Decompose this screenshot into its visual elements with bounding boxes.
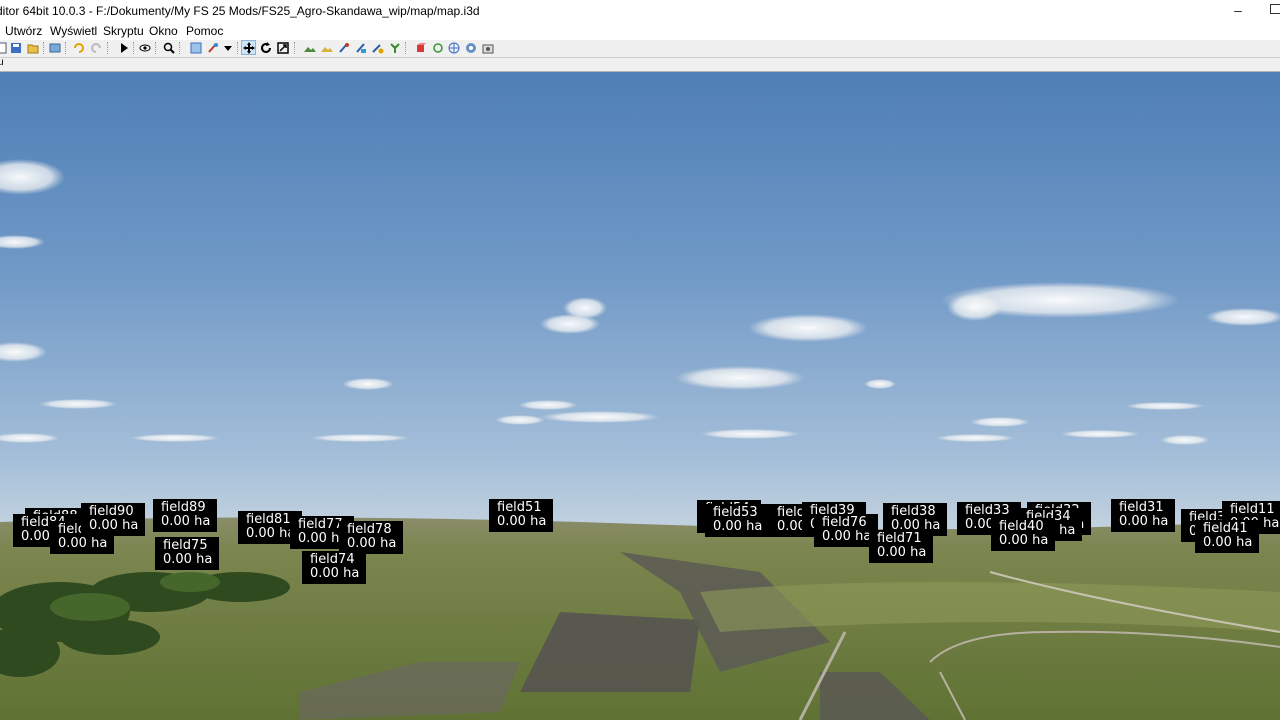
field-area: 0.00 ha bbox=[89, 518, 139, 533]
field-area: 0.00 ha bbox=[1203, 535, 1253, 550]
field-name: field53 bbox=[713, 505, 758, 520]
menu-bar: Utwórz Wyświetl Skryptu Okno Pomoc bbox=[0, 22, 1280, 40]
menu-utworz[interactable]: Utwórz bbox=[5, 24, 42, 38]
minimize-button[interactable]: – bbox=[1226, 1, 1250, 21]
field-area: 0.00 ha bbox=[877, 545, 927, 560]
field-name: field31 bbox=[1119, 500, 1164, 515]
menu-skryptu[interactable]: Skryptu bbox=[103, 24, 144, 38]
toolbar-separator bbox=[43, 42, 45, 54]
field-area: 0.00 ha bbox=[161, 514, 211, 529]
globe-icon[interactable] bbox=[447, 41, 460, 54]
field-label-field90: field90 0.00 ha bbox=[81, 503, 146, 536]
field-area: 0.00 ha bbox=[310, 566, 360, 581]
plant-icon[interactable] bbox=[388, 41, 401, 54]
field-area: 0.00 ha bbox=[347, 536, 397, 551]
toolbar-separator bbox=[107, 42, 109, 54]
toolbar bbox=[0, 40, 1280, 58]
eye-icon[interactable] bbox=[138, 41, 151, 54]
save-icon[interactable] bbox=[9, 41, 22, 54]
cube-icon[interactable] bbox=[414, 41, 427, 54]
field-label-field74: field74 0.00 ha bbox=[302, 551, 367, 584]
search-icon[interactable] bbox=[162, 41, 175, 54]
field-name: field11 bbox=[1230, 502, 1275, 517]
field-label-field75: field75 0.00 ha bbox=[155, 537, 220, 570]
toolbar-separator bbox=[65, 42, 67, 54]
paint-icon[interactable] bbox=[206, 41, 219, 54]
rotate-icon[interactable] bbox=[259, 41, 272, 54]
field-label-field31: field31 0.00 ha bbox=[1111, 499, 1176, 532]
menu-pomoc[interactable]: Pomoc bbox=[186, 24, 223, 38]
spline-icon[interactable] bbox=[371, 41, 384, 54]
toolbar-separator bbox=[294, 42, 296, 54]
select-icon[interactable] bbox=[189, 41, 202, 54]
field-label-field89: field89 0.00 ha bbox=[153, 499, 218, 532]
field-label-field78: field78 0.00 ha bbox=[339, 521, 404, 554]
field-name: field89 bbox=[161, 500, 206, 515]
toolbar-separator bbox=[179, 42, 181, 54]
menu-wyswietl[interactable]: Wyświetl bbox=[50, 24, 97, 38]
field-area: 0.00 ha bbox=[999, 533, 1049, 548]
field-name: field78 bbox=[347, 522, 392, 537]
toolbar-separator bbox=[405, 42, 407, 54]
field-label-field41: field41 0.00 ha bbox=[1195, 520, 1260, 553]
field-label-field51: field51 0.00 ha bbox=[489, 499, 554, 532]
field-area: 0.00 ha bbox=[713, 519, 763, 534]
field-area: 0.00 ha bbox=[163, 552, 213, 567]
title-bar: ditor 64bit 10.0.3 - F:/Dokumenty/My FS … bbox=[0, 0, 1280, 22]
reload-icon[interactable] bbox=[431, 41, 444, 54]
new-file-icon[interactable] bbox=[0, 41, 8, 54]
menu-okno[interactable]: Okno bbox=[149, 24, 178, 38]
foliage-paint-icon[interactable] bbox=[337, 41, 350, 54]
field-name: field71 bbox=[877, 531, 922, 546]
field-name: field81 bbox=[246, 512, 291, 527]
window-title: ditor 64bit 10.0.3 - F:/Dokumenty/My FS … bbox=[0, 4, 480, 18]
status-text: u bbox=[0, 57, 4, 68]
field-label-field53: field53 0.00 ha bbox=[705, 504, 770, 537]
toolbar-separator bbox=[133, 42, 135, 54]
scale-icon[interactable] bbox=[276, 41, 289, 54]
field-name: field51 bbox=[497, 500, 542, 515]
field-area: 0.00 ha bbox=[246, 526, 296, 541]
viewport-3d[interactable]: field880.00 hafield840.00 hafield820.00 … bbox=[0, 72, 1280, 720]
move-icon[interactable] bbox=[242, 41, 255, 54]
field-area: 0.00 ha bbox=[1119, 514, 1169, 529]
field-name: field76 bbox=[822, 515, 867, 530]
field-area: 0.00 ha bbox=[58, 536, 108, 551]
undo-icon[interactable] bbox=[71, 41, 84, 54]
scene-render bbox=[0, 72, 1280, 720]
field-name: field38 bbox=[891, 504, 936, 519]
field-label-field40: field40 0.00 ha bbox=[991, 518, 1056, 551]
terrain-paint-icon[interactable] bbox=[320, 41, 333, 54]
camera-icon[interactable] bbox=[481, 41, 494, 54]
refresh-icon[interactable] bbox=[48, 41, 61, 54]
terrain-sculpt-icon[interactable] bbox=[303, 41, 316, 54]
field-name: field74 bbox=[310, 552, 355, 567]
field-name: field90 bbox=[89, 504, 134, 519]
field-name: field75 bbox=[163, 538, 208, 553]
open-icon[interactable] bbox=[26, 41, 39, 54]
render-icon[interactable] bbox=[464, 41, 477, 54]
field-name: field41 bbox=[1203, 521, 1248, 536]
toolbar-separator bbox=[155, 42, 157, 54]
field-area: 0.00 ha bbox=[822, 529, 872, 544]
maximize-button[interactable] bbox=[1270, 4, 1280, 14]
field-name: field40 bbox=[999, 519, 1044, 534]
field-label-field71: field71 0.00 ha bbox=[869, 530, 934, 563]
field-area: 0.00 ha bbox=[497, 514, 547, 529]
toolbar-separator bbox=[237, 42, 239, 54]
dropdown-icon[interactable] bbox=[221, 41, 234, 54]
redo-icon[interactable] bbox=[90, 41, 103, 54]
decal-icon[interactable] bbox=[354, 41, 367, 54]
play-icon[interactable] bbox=[117, 41, 130, 54]
field-name: field33 bbox=[965, 503, 1010, 518]
status-strip: u bbox=[0, 57, 1280, 72]
